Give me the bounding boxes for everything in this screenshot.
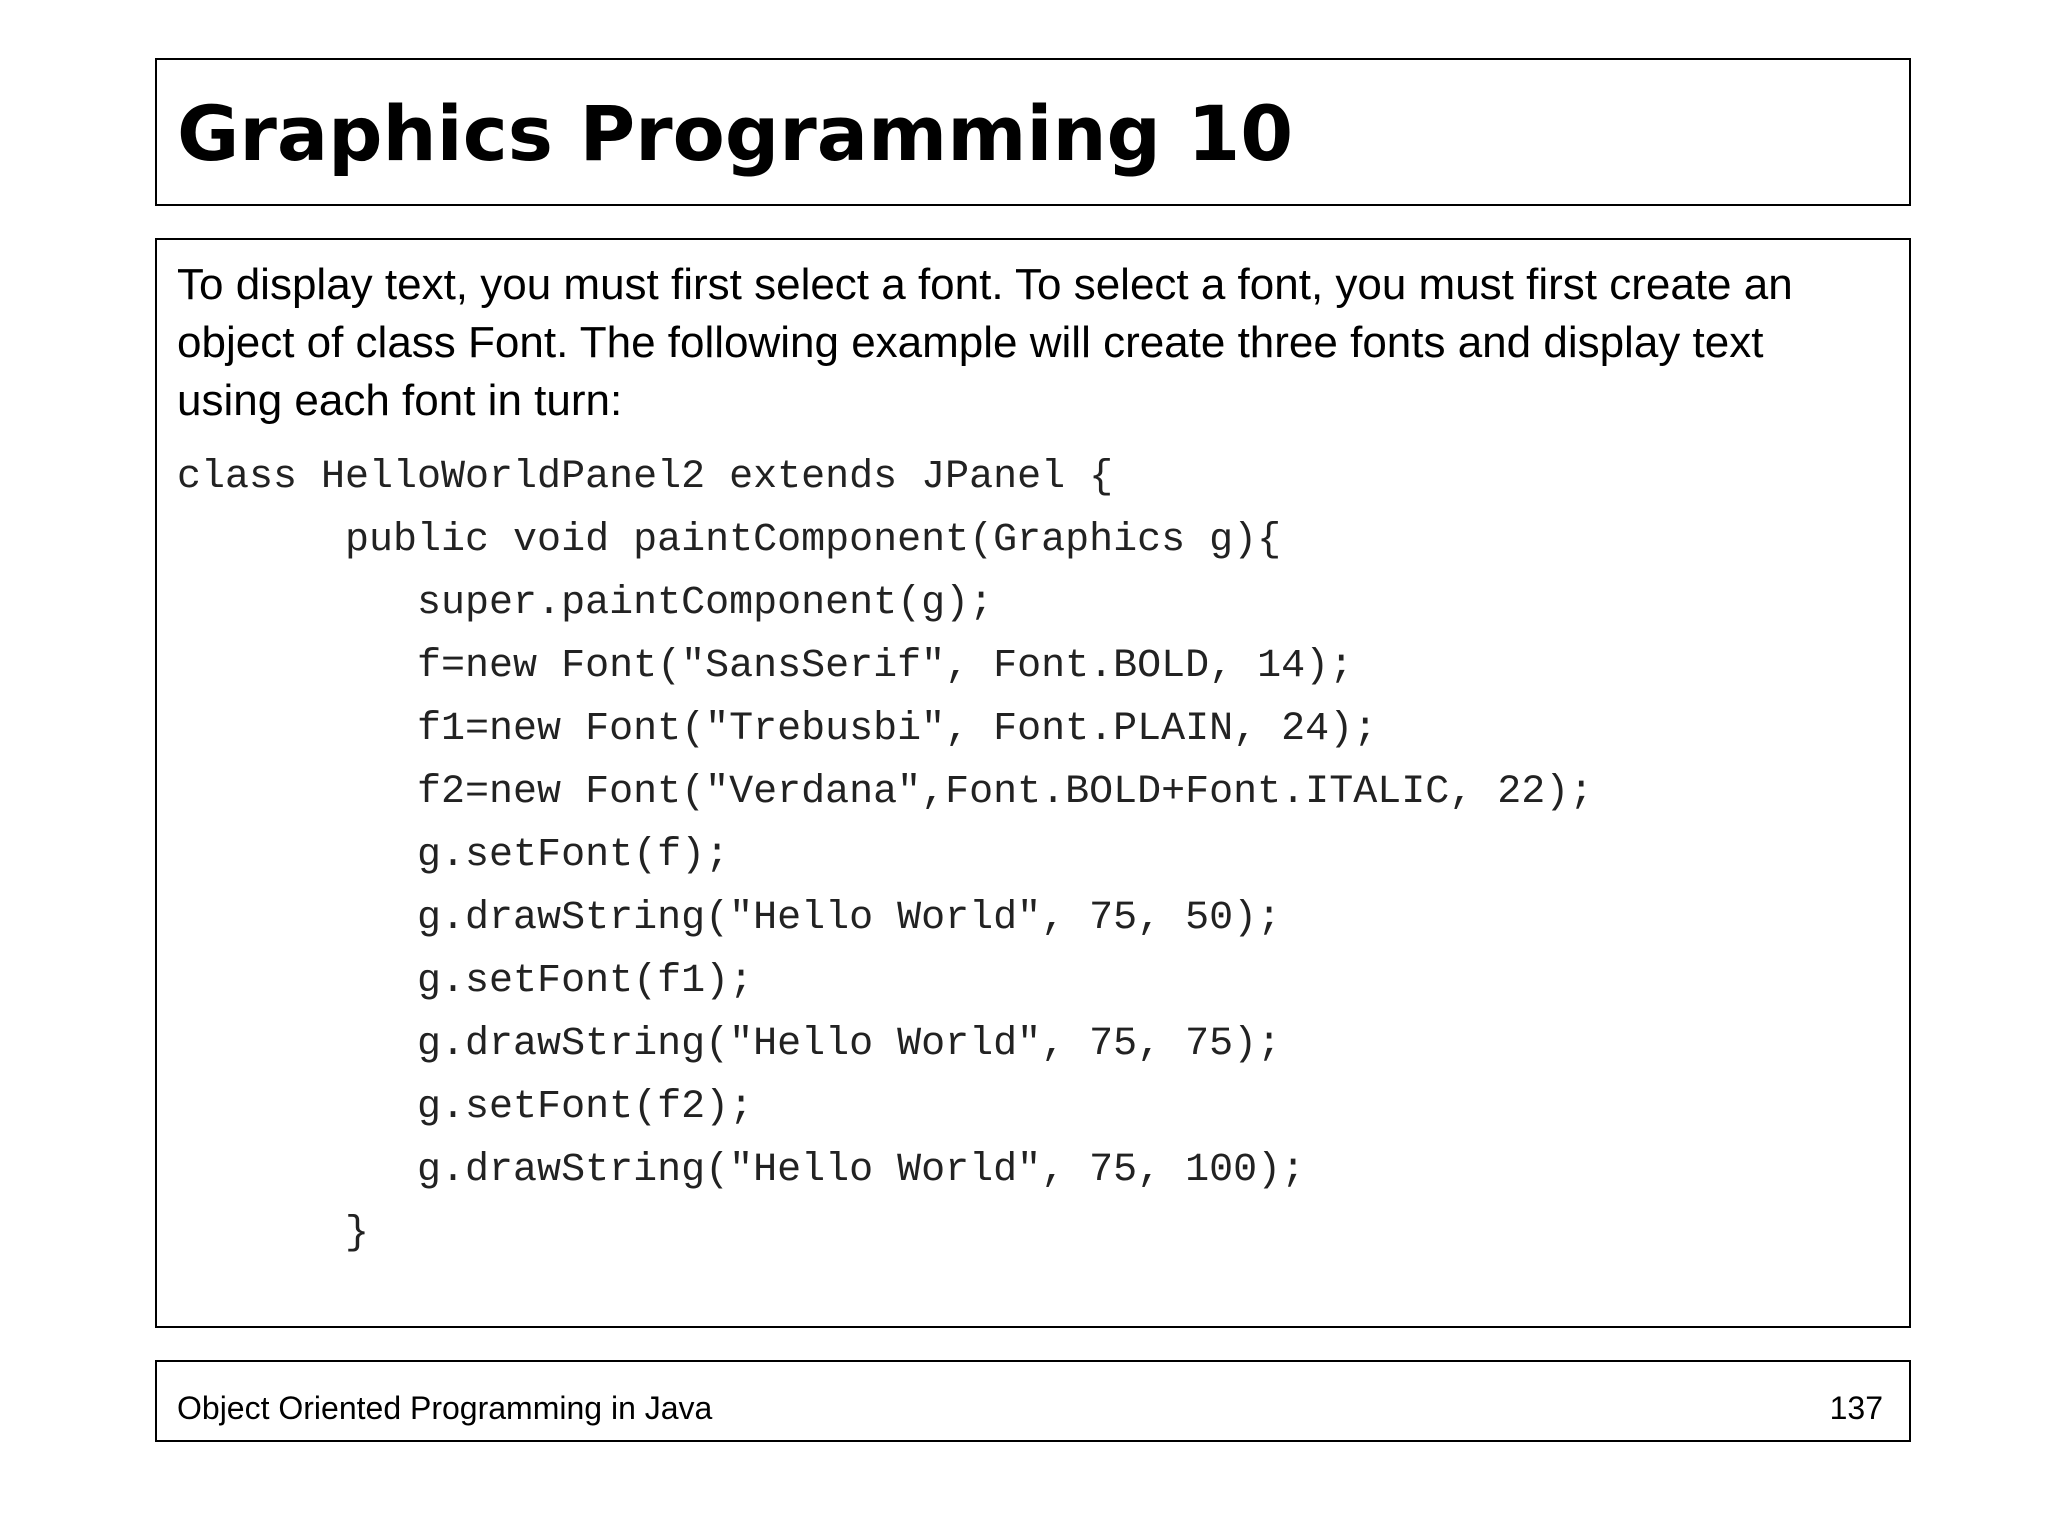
code-line: g.drawString("Hello World", 75, 50); xyxy=(177,896,1282,941)
code-line: g.setFont(f); xyxy=(177,833,730,878)
code-line: g.drawString("Hello World", 75, 75); xyxy=(177,1022,1282,1067)
code-block: class HelloWorldPanel2 extends JPanel { … xyxy=(177,446,1593,1265)
code-line: g.setFont(f2); xyxy=(177,1085,754,1130)
code-line: f2=new Font("Verdana",Font.BOLD+Font.ITA… xyxy=(177,770,1594,815)
intro-paragraph: To display text, you must first select a… xyxy=(177,260,1793,425)
code-line: f=new Font("SansSerif", Font.BOLD, 14); xyxy=(177,644,1354,689)
code-line: g.setFont(f1); xyxy=(177,959,754,1004)
slide-title: Graphics Programming 10 xyxy=(177,89,1294,178)
code-line: public void paintComponent(Graphics g){ xyxy=(177,518,1282,563)
footer-course-title: Object Oriented Programming in Java xyxy=(177,1390,713,1426)
content-frame: To display text, you must first select a… xyxy=(155,238,1911,1328)
code-line: g.drawString("Hello World", 75, 100); xyxy=(177,1148,1306,1193)
page-number: 137 xyxy=(1829,1390,1883,1426)
footer-frame: Object Oriented Programming in Java 137 xyxy=(155,1360,1911,1442)
code-line: f1=new Font("Trebusbi", Font.PLAIN, 24); xyxy=(177,707,1378,752)
code-line: super.paintComponent(g); xyxy=(177,581,994,626)
title-frame: Graphics Programming 10 xyxy=(155,58,1911,206)
code-line: class HelloWorldPanel2 extends JPanel { xyxy=(177,455,1114,500)
code-line: } xyxy=(177,1211,370,1256)
